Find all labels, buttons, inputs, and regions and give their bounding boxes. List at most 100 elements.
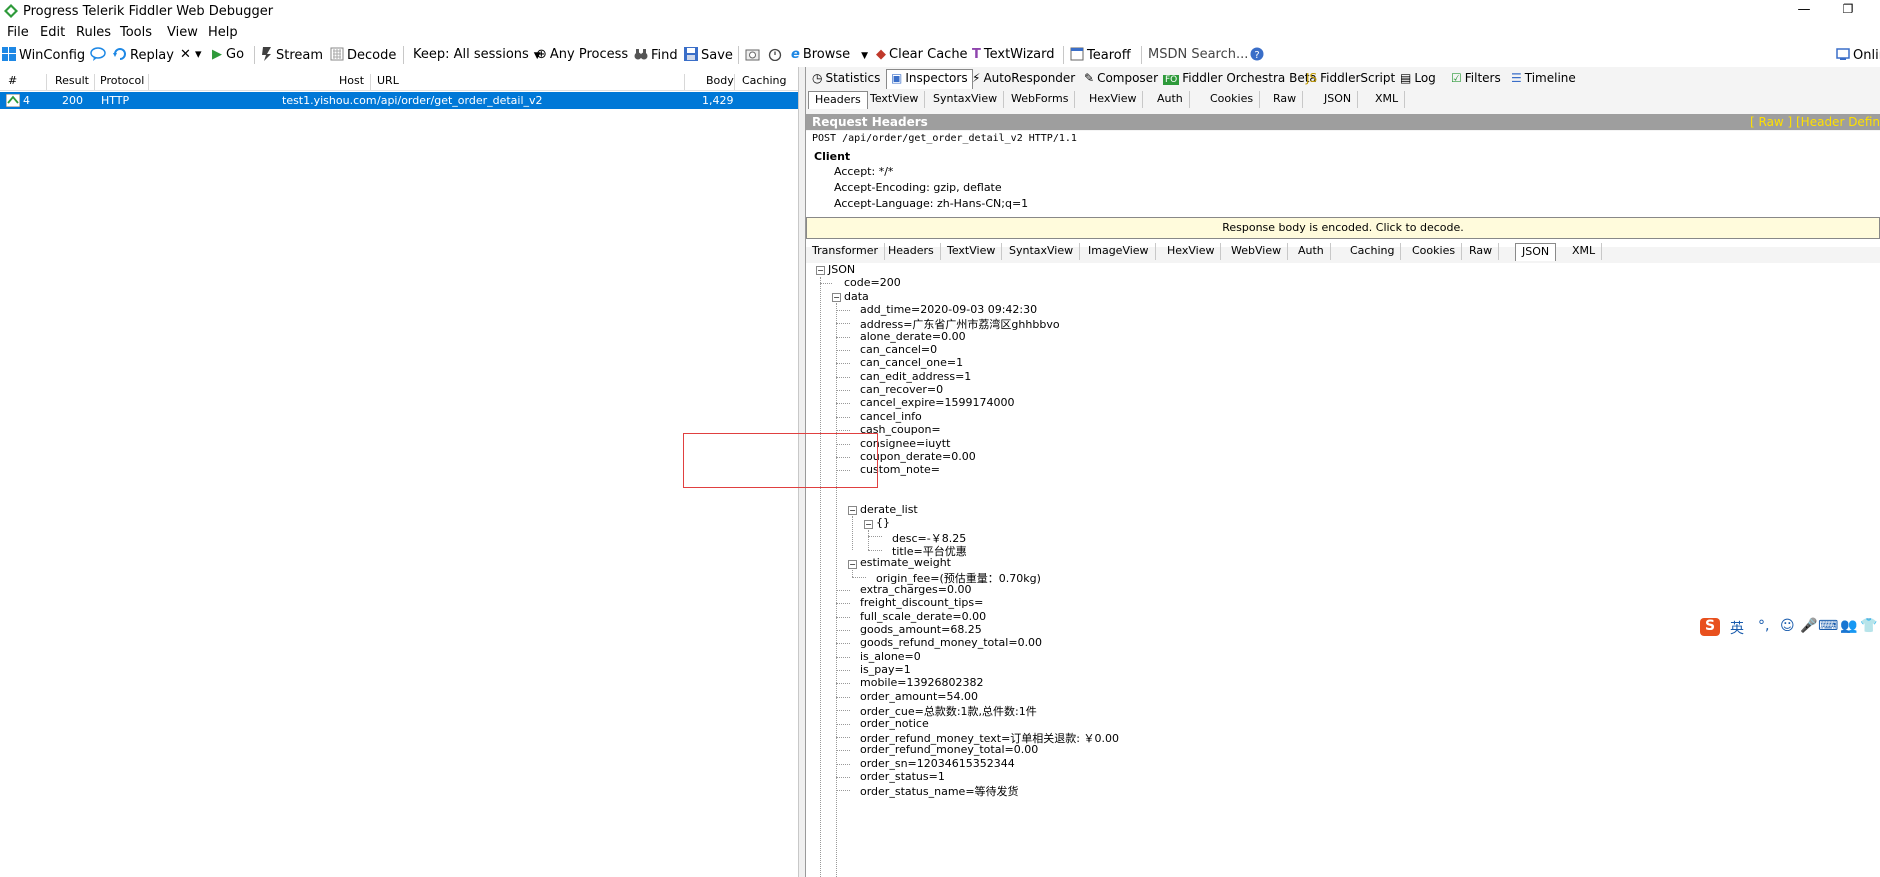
menu-rules[interactable]: Rules — [76, 25, 111, 40]
col-protocol[interactable]: Protocol — [100, 74, 144, 87]
json-node[interactable]: is_pay=1 — [860, 663, 911, 676]
json-node[interactable]: full_scale_derate=0.00 — [860, 610, 986, 623]
json-node[interactable]: cancel_expire=1599174000 — [860, 396, 1015, 409]
menu-edit[interactable]: Edit — [40, 25, 65, 40]
json-node[interactable]: cancel_info — [860, 410, 922, 423]
tab-statistics[interactable]: ◷ Statistics — [812, 71, 880, 85]
menu-view[interactable]: View — [167, 25, 198, 40]
collapse-icon[interactable]: − — [816, 266, 825, 275]
resp-tab-auth[interactable]: Auth — [1292, 243, 1331, 260]
tab-autoresponder[interactable]: ⚡ AutoResponder — [972, 71, 1075, 85]
json-node[interactable]: can_cancel_one=1 — [860, 356, 963, 369]
json-node[interactable]: goods_amount=68.25 — [860, 623, 982, 636]
msdn-search-input[interactable]: MSDN Search... — [1148, 47, 1248, 62]
emoji-icon[interactable]: ☺ — [1780, 618, 1795, 634]
tab-filters[interactable]: ☑ Filters — [1451, 71, 1501, 85]
req-tab-hexview[interactable]: HexView — [1083, 91, 1144, 108]
tab-log[interactable]: ▤ Log — [1400, 71, 1436, 85]
req-tab-raw[interactable]: Raw — [1267, 91, 1304, 108]
stream-button[interactable]: Stream — [261, 47, 323, 63]
resp-tab-textview[interactable]: TextView — [941, 243, 1003, 260]
tab-composer[interactable]: ✎ Composer — [1084, 71, 1158, 85]
json-node[interactable]: order_sn=12034615352344 — [860, 757, 1015, 770]
col-result[interactable]: Result — [55, 74, 89, 87]
req-tab-cookies[interactable]: Cookies — [1204, 91, 1261, 108]
json-node[interactable]: order_notice — [860, 717, 929, 730]
json-tree-view[interactable]: − JSON code=200 − data add_time=2020-09-… — [806, 263, 1880, 877]
ime-language-toggle[interactable]: 英 — [1730, 618, 1744, 638]
session-row[interactable]: 4 200 HTTP test1.yishou.com /api/order/g… — [0, 92, 798, 109]
keep-sessions-dropdown[interactable]: Keep: All sessions ▼ — [413, 47, 541, 62]
json-node[interactable]: freight_discount_tips= — [860, 596, 983, 609]
find-button[interactable]: Find — [634, 47, 678, 63]
microphone-icon[interactable]: 🎤 — [1800, 618, 1817, 634]
keyboard-icon[interactable]: ⌨ — [1818, 618, 1838, 634]
restore-button[interactable]: ❐ — [1838, 2, 1858, 16]
resp-tab-transformer[interactable]: Transformer — [806, 243, 886, 260]
resp-tab-xml[interactable]: XML — [1566, 243, 1603, 260]
decode-button[interactable]: Decode — [330, 47, 396, 63]
json-node[interactable]: is_alone=0 — [860, 650, 921, 663]
resp-tab-json[interactable]: JSON — [1515, 243, 1557, 261]
json-node[interactable]: can_cancel=0 — [860, 343, 937, 356]
resp-tab-webview[interactable]: WebView — [1225, 243, 1289, 260]
col-body[interactable]: Body — [706, 74, 734, 87]
save-button[interactable]: Save — [684, 47, 733, 63]
json-node-estimate-weight[interactable]: estimate_weight — [860, 556, 951, 569]
tab-timeline[interactable]: ☰ Timeline — [1511, 71, 1576, 85]
browse-button[interactable]: e Browse ▼ — [791, 47, 868, 62]
col-num[interactable]: # — [8, 74, 17, 87]
collapse-icon[interactable]: − — [864, 520, 873, 529]
json-node[interactable]: goods_refund_money_total=0.00 — [860, 636, 1042, 649]
req-tab-textview[interactable]: TextView — [864, 91, 926, 108]
tearoff-button[interactable]: Tearoff — [1070, 47, 1131, 63]
tab-inspectors[interactable]: ▣ Inspectors — [886, 69, 973, 89]
minimize-button[interactable]: — — [1794, 2, 1814, 17]
resp-tab-raw[interactable]: Raw — [1463, 243, 1500, 260]
json-node[interactable]: extra_charges=0.00 — [860, 583, 971, 596]
req-tab-webforms[interactable]: WebForms — [1005, 91, 1076, 108]
json-node[interactable]: can_edit_address=1 — [860, 370, 971, 383]
session-list[interactable]: # Result Protocol Host URL Body Caching … — [0, 71, 798, 877]
raw-link[interactable]: [ Raw ] — [1750, 115, 1792, 129]
json-node[interactable]: mobile=13926802382 — [860, 676, 984, 689]
screenshot-button[interactable] — [745, 47, 763, 63]
menu-file[interactable]: File — [7, 25, 29, 40]
json-node[interactable]: order_refund_money_total=0.00 — [860, 743, 1038, 756]
decode-notice-bar[interactable]: Response body is encoded. Click to decod… — [806, 217, 1880, 239]
req-tab-xml[interactable]: XML — [1369, 91, 1406, 108]
resp-tab-imageview[interactable]: ImageView — [1082, 243, 1156, 260]
col-caching[interactable]: Caching — [742, 74, 786, 87]
col-url[interactable]: URL — [377, 74, 399, 87]
json-node-data[interactable]: data — [844, 290, 869, 303]
menu-tools[interactable]: Tools — [120, 25, 152, 40]
collapse-icon[interactable]: − — [848, 506, 857, 515]
textwizard-button[interactable]: T TextWizard — [972, 47, 1055, 62]
comment-button[interactable] — [90, 47, 109, 63]
json-node[interactable]: order_status=1 — [860, 770, 945, 783]
tab-orchestra[interactable]: FO Fiddler Orchestra Beta — [1163, 71, 1317, 85]
clear-cache-button[interactable]: ◆ Clear Cache — [876, 47, 968, 62]
timer-button[interactable] — [768, 47, 785, 63]
replay-button[interactable]: Replay — [113, 47, 174, 63]
req-tab-syntaxview[interactable]: SyntaxView — [927, 91, 1005, 108]
resp-tab-cookies[interactable]: Cookies — [1406, 243, 1463, 260]
skin-icon[interactable]: 👕 — [1860, 618, 1877, 634]
any-process-button[interactable]: ⊕ Any Process — [536, 47, 628, 62]
remove-button[interactable]: ✕ ▾ — [180, 47, 202, 62]
resp-tab-headers[interactable]: Headers — [882, 243, 941, 260]
punctuation-icon[interactable]: °, — [1758, 618, 1769, 634]
req-tab-json[interactable]: JSON — [1318, 91, 1359, 108]
resp-tab-caching[interactable]: Caching — [1344, 243, 1402, 260]
json-node[interactable]: alone_derate=0.00 — [860, 330, 966, 343]
help-button[interactable]: ? — [1250, 47, 1267, 63]
header-definitions-link[interactable]: [Header Definitions] — [1796, 115, 1880, 129]
json-node[interactable]: add_time=2020-09-03 09:42:30 — [860, 303, 1037, 316]
user-icon[interactable]: 👥 — [1840, 618, 1857, 634]
collapse-icon[interactable]: − — [832, 293, 841, 302]
json-node[interactable]: order_status_name=等待发货 — [860, 783, 1019, 799]
menu-help[interactable]: Help — [208, 25, 238, 40]
json-node[interactable]: can_recover=0 — [860, 383, 943, 396]
go-button[interactable]: ▶ Go — [212, 47, 244, 62]
resp-tab-hexview[interactable]: HexView — [1161, 243, 1222, 260]
